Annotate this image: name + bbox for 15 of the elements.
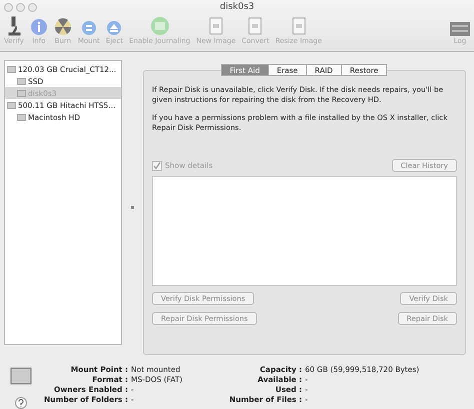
eject-icon	[106, 20, 122, 36]
document-icon	[247, 16, 264, 36]
splitter-handle[interactable]	[131, 206, 134, 209]
info-icon	[30, 18, 48, 36]
radiation-icon	[54, 18, 72, 36]
close-button[interactable]	[4, 2, 13, 12]
minimize-button[interactable]	[16, 2, 25, 12]
document-icon	[208, 16, 224, 36]
log-icon	[450, 22, 470, 36]
journal-icon	[150, 16, 170, 36]
window-title: disk0s3	[220, 2, 254, 12]
zoom-button[interactable]	[28, 2, 37, 12]
help-icon[interactable]	[15, 397, 27, 409]
document-icon	[290, 16, 307, 36]
mount-icon	[80, 20, 97, 36]
